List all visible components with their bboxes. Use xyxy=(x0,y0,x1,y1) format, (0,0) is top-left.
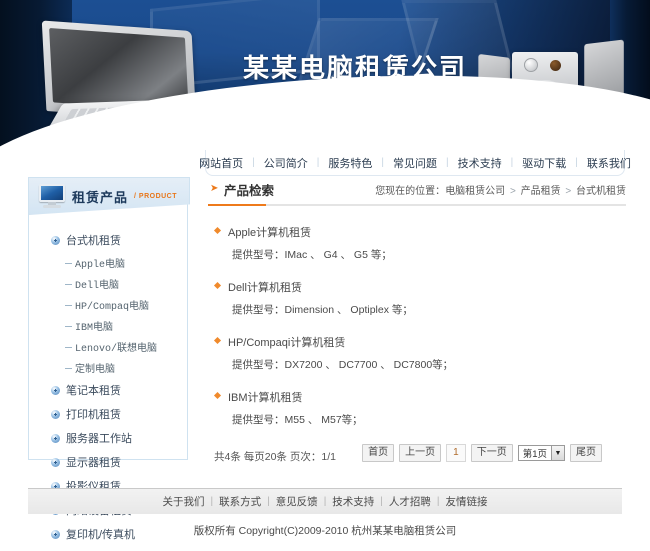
product-name-label: HP/Compaqi计算机租赁 xyxy=(228,337,346,349)
product-item: HP/Compaqi计算机租赁提供型号：DX7200 、 DC7700 、 DC… xyxy=(213,334,626,372)
main-content: ➤ 产品检索 您现在的位置：电脑租赁公司 > 产品租赁 > 台式机租赁 Appl… xyxy=(208,178,626,466)
orange-arrow-icon: ➤ xyxy=(210,183,219,194)
product-name[interactable]: IBM计算机租赁 xyxy=(213,389,626,405)
sidebar-category-4[interactable]: 服务器工作站 xyxy=(29,426,187,450)
plus-circle-icon xyxy=(51,235,60,245)
sidebar-category-3[interactable]: 打印机租赁 xyxy=(29,402,187,426)
footer-link-2[interactable]: 联系方式 xyxy=(213,494,267,509)
product-models: 提供型号：DX7200 、 DC7700 、 DC7800等； xyxy=(232,359,454,371)
sidebar-subitem-3[interactable]: HP/Compaq电脑 xyxy=(65,294,187,315)
product-item: Dell计算机租赁提供型号：Dimension 、 Optiplex 等； xyxy=(213,279,626,317)
pagination-last-button[interactable]: 尾页 xyxy=(570,444,602,462)
breadcrumb: 您现在的位置：电脑租赁公司 > 产品租赁 > 台式机租赁 xyxy=(375,182,626,197)
chevron-down-icon: ▼ xyxy=(551,446,564,460)
pagination-prev-button[interactable]: 上一页 xyxy=(399,444,442,462)
product-models: 提供型号：M55 、 M57等； xyxy=(232,414,363,426)
sidebar-category-label: 打印机租赁 xyxy=(66,409,121,421)
plus-circle-icon xyxy=(51,457,60,467)
product-name[interactable]: Apple计算机租赁 xyxy=(213,224,626,240)
nav-item-7[interactable]: 联系我们 xyxy=(578,155,640,171)
product-item: Apple计算机租赁提供型号：IMac 、 G4 、 G5 等； xyxy=(213,224,626,262)
main-navigation: 网站首页 | 公司简介 | 服务特色 | 常见问题 | 技术支持 | 驱动下载 | 联系我们 xyxy=(199,150,631,176)
footer-link-6[interactable]: 友情链接 xyxy=(440,494,494,509)
diamond-bullet-icon xyxy=(213,391,222,400)
sidebar-category-1[interactable]: 台式机租赁 xyxy=(29,228,187,252)
sidebar-subitem-6[interactable]: 定制电脑 xyxy=(65,357,187,378)
title-divider xyxy=(208,204,626,206)
pagination-page-select[interactable]: 第1页 ▼ xyxy=(517,445,565,461)
sidebar-subitem-5[interactable]: Lenovo/联想电脑 xyxy=(65,336,187,357)
product-name[interactable]: Dell计算机租赁 xyxy=(213,279,626,295)
product-name-label: Apple计算机租赁 xyxy=(228,227,312,239)
breadcrumb-separator: > xyxy=(507,186,519,197)
diamond-bullet-icon xyxy=(213,281,222,290)
product-name-label: IBM计算机租赁 xyxy=(228,392,303,404)
sidebar-subitem-4[interactable]: IBM电脑 xyxy=(65,315,187,336)
sidebar-category-label: 显示器租赁 xyxy=(66,457,121,469)
nav-item-1[interactable]: 网站首页 xyxy=(190,155,252,171)
sidebar-category-label: 笔记本租赁 xyxy=(66,385,121,397)
sidebar-title: 租赁产品 xyxy=(72,189,129,205)
sidebar-category-label: 台式机租赁 xyxy=(66,235,121,247)
footer-link-3[interactable]: 意见反馈 xyxy=(270,494,324,509)
monitor-icon xyxy=(39,184,65,208)
pagination: 共4条 每页20条 页次：1/1 首页 上一页 1 下一页 第1页 ▼ 尾页 xyxy=(208,444,626,466)
plus-circle-icon xyxy=(51,433,60,443)
product-name[interactable]: HP/Compaqi计算机租赁 xyxy=(213,334,626,350)
pagination-page-select-value: 第1页 xyxy=(522,449,547,460)
sidebar: 租赁产品 / PRODUCT 台式机租赁 Apple电脑 Dell电脑 HP/Comp… xyxy=(28,177,190,541)
nav-item-2[interactable]: 公司简介 xyxy=(255,155,317,171)
breadcrumb-separator: > xyxy=(562,186,574,197)
breadcrumb-item-3[interactable]: 台式机租赁 xyxy=(576,186,626,197)
pagination-first-button[interactable]: 首页 xyxy=(362,444,395,462)
pagination-current-page[interactable]: 1 xyxy=(446,444,466,462)
product-item: IBM计算机租赁提供型号：M55 、 M57等； xyxy=(213,389,626,427)
footer-link-5[interactable]: 人才招聘 xyxy=(383,494,437,509)
sidebar-subtitle: / PRODUCT xyxy=(134,192,178,200)
sidebar-category-2[interactable]: 笔记本租赁 xyxy=(29,378,187,402)
footer-link-1[interactable]: 关于我们 xyxy=(156,494,210,509)
plus-circle-icon xyxy=(51,409,60,419)
nav-item-4[interactable]: 常见问题 xyxy=(384,155,446,171)
body-container: 租赁产品 / PRODUCT 台式机租赁 Apple电脑 Dell电脑 HP/Comp… xyxy=(0,177,650,541)
speaker-knob xyxy=(524,58,538,72)
diamond-bullet-icon xyxy=(213,226,222,235)
content-header: ➤ 产品检索 您现在的位置：电脑租赁公司 > 产品租赁 > 台式机租赁 xyxy=(208,178,626,206)
sidebar-subitem-list: Apple电脑 Dell电脑 HP/Compaq电脑 IBM电脑 Lenovo/联想电脑… xyxy=(29,252,187,378)
sidebar-header: 租赁产品 / PRODUCT xyxy=(28,177,190,215)
pagination-controls: 首页 上一页 1 下一页 第1页 ▼ 尾页 xyxy=(362,444,602,462)
page-root: SUPERWOOFER 某某电脑租赁公司 网站首页|公司简介|服务特色|常见问题… xyxy=(0,0,650,551)
breadcrumb-item-1[interactable]: 电脑租赁公司 xyxy=(445,186,505,197)
sidebar-subitem-2[interactable]: Dell电脑 xyxy=(65,273,187,294)
breadcrumb-item-2[interactable]: 产品租赁 xyxy=(521,186,561,197)
site-banner: SUPERWOOFER 某某电脑租赁公司 xyxy=(0,0,650,150)
product-list: Apple计算机租赁提供型号：IMac 、 G4 、 G5 等； Dell计算机租… xyxy=(208,224,626,427)
nav-item-6[interactable]: 驱动下载 xyxy=(513,155,575,171)
nav-item-3[interactable]: 服务特色 xyxy=(319,155,381,171)
plus-circle-icon xyxy=(51,385,60,395)
speaker-dial xyxy=(550,60,561,71)
product-models: 提供型号：Dimension 、 Optiplex 等； xyxy=(232,304,413,316)
footer-links: 关于我们 | 联系方式 | 意见反馈 | 技术支持 | 人才招聘 | 友情链接 xyxy=(28,488,622,514)
sidebar-category-label: 服务器工作站 xyxy=(66,433,132,445)
product-name-label: Dell计算机租赁 xyxy=(228,282,302,294)
pagination-next-button[interactable]: 下一页 xyxy=(470,444,513,462)
sidebar-category-5[interactable]: 显示器租赁 xyxy=(29,450,187,474)
title-divider-accent xyxy=(208,204,266,206)
pagination-info: 共4条 每页20条 页次：1/1 xyxy=(214,451,336,463)
product-models: 提供型号：IMac 、 G4 、 G5 等； xyxy=(232,249,392,261)
diamond-bullet-icon xyxy=(213,336,222,345)
footer-copyright: 版权所有 Copyright(C)2009-2010 杭州某某电脑租赁公司 xyxy=(193,525,457,537)
sidebar-subitem-1[interactable]: Apple电脑 xyxy=(65,252,187,273)
footer-link-4[interactable]: 技术支持 xyxy=(326,494,380,509)
page-title: 产品检索 xyxy=(224,184,275,198)
nav-item-5[interactable]: 技术支持 xyxy=(449,155,511,171)
breadcrumb-prefix: 您现在的位置： xyxy=(375,186,446,197)
